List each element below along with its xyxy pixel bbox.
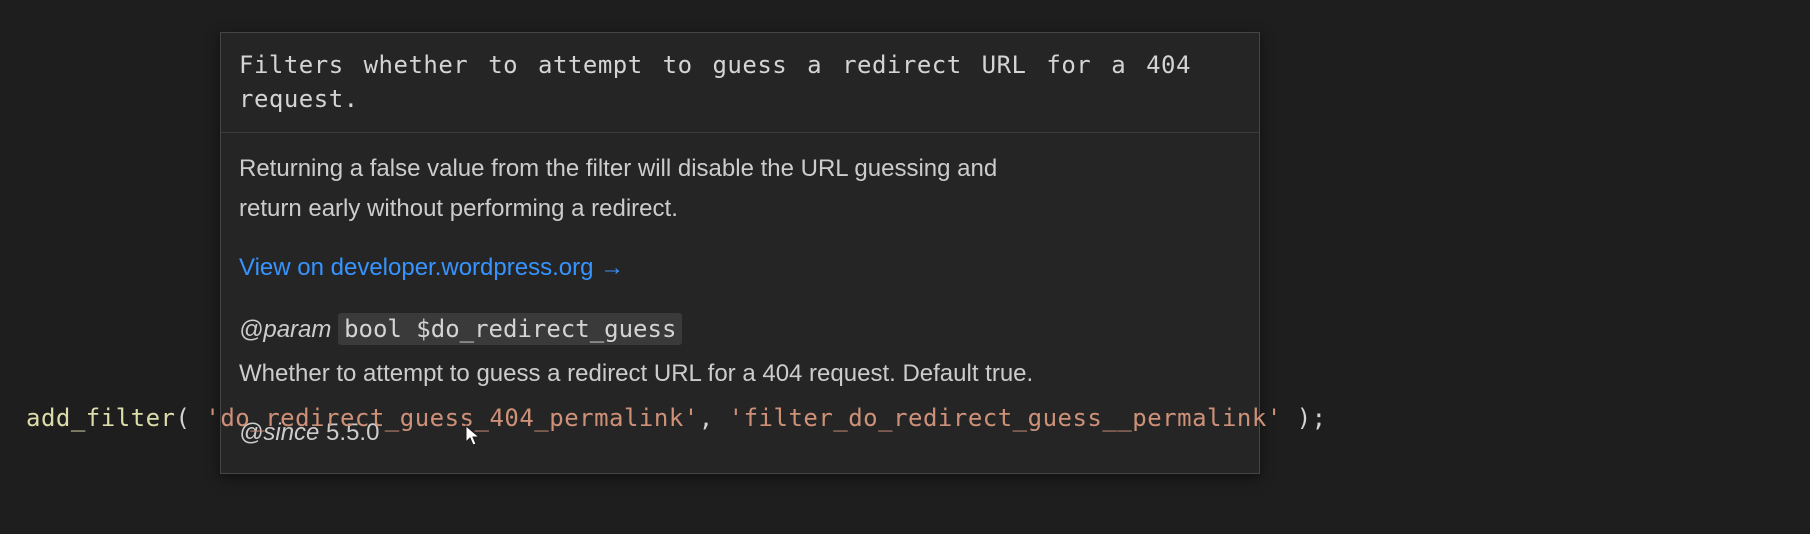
tooltip-description-line2: return early without performing a redire…: [239, 189, 1241, 229]
param-tag: @param: [239, 316, 331, 343]
tooltip-description-line1: Returning a false value from the filter …: [239, 149, 1241, 189]
param-line: @param bool $do_redirect_guess: [239, 310, 1241, 350]
token-punct: );: [1282, 404, 1327, 432]
token-string-arg2: 'filter_do_redirect_guess__permalink': [729, 404, 1282, 432]
token-function: add_filter: [26, 404, 176, 432]
editor-code-line[interactable]: add_filter( 'do_redirect_guess_404_perma…: [26, 404, 1327, 432]
docs-link[interactable]: View on developer.wordpress.org →: [239, 248, 624, 288]
token-punct: ,: [699, 404, 729, 432]
token-punct: (: [176, 404, 206, 432]
tooltip-summary: Filters whether to attempt to guess a re…: [221, 33, 1259, 133]
param-type-var: bool $do_redirect_guess: [338, 313, 682, 345]
param-description: Whether to attempt to guess a redirect U…: [239, 354, 1241, 394]
token-string-arg1: 'do_redirect_guess_404_permalink': [205, 404, 698, 432]
